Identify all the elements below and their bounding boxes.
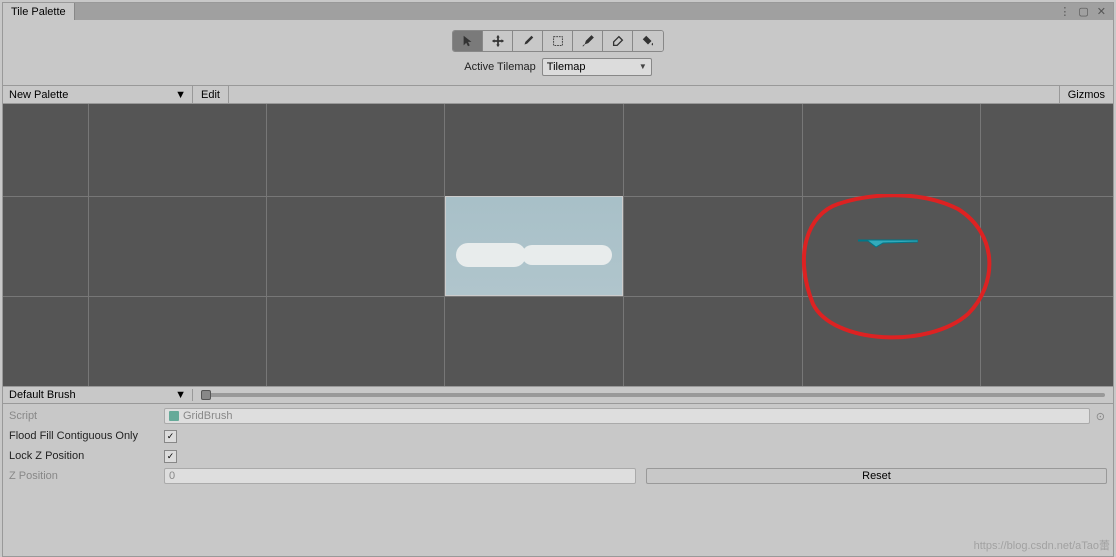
annotation-circle <box>798 194 998 344</box>
object-picker-icon[interactable]: ⊙ <box>1094 410 1107 423</box>
close-icon[interactable]: ✕ <box>1094 5 1109 18</box>
tile-palette-tab[interactable]: Tile Palette <box>3 3 75 20</box>
tab-bar: Tile Palette ⋮ ▢ ✕ <box>3 3 1113 20</box>
floodfill-label: Flood Fill Contiguous Only <box>9 430 164 442</box>
chevron-down-icon: ▼ <box>175 89 186 101</box>
zpos-label: Z Position <box>9 470 164 482</box>
toolbar: Active Tilemap Tilemap ▼ <box>3 20 1113 86</box>
zpos-input[interactable]: 0 <box>164 468 636 484</box>
gizmos-button[interactable]: Gizmos <box>1059 86 1113 103</box>
small-tile[interactable] <box>858 239 918 249</box>
tile-palette-window: Tile Palette ⋮ ▢ ✕ <box>2 2 1114 557</box>
brush-dropdown[interactable]: Default Brush ▼ <box>3 389 193 401</box>
reset-button[interactable]: Reset <box>646 468 1107 484</box>
floodfill-checkbox[interactable]: ✓ <box>164 430 177 443</box>
lockz-checkbox[interactable]: ✓ <box>164 450 177 463</box>
chevron-down-icon: ▼ <box>175 389 186 401</box>
script-field: GridBrush <box>164 408 1090 424</box>
watermark: https://blog.csdn.net/aTao蕾 <box>974 537 1110 553</box>
eraser-tool[interactable] <box>603 31 633 51</box>
select-tool[interactable] <box>453 31 483 51</box>
active-tilemap-dropdown[interactable]: Tilemap ▼ <box>542 58 652 76</box>
box-tool[interactable] <box>543 31 573 51</box>
zoom-slider[interactable] <box>193 393 1113 397</box>
script-label: Script <box>9 410 164 422</box>
secondary-bar: New Palette ▼ Edit Gizmos <box>3 86 1113 104</box>
window-maximize-icon[interactable]: ▢ <box>1075 5 1091 18</box>
palette-dropdown[interactable]: New Palette ▼ <box>3 86 193 103</box>
picker-tool[interactable] <box>573 31 603 51</box>
menu-icon[interactable]: ⋮ <box>1056 5 1073 18</box>
edit-button[interactable]: Edit <box>193 86 229 103</box>
lockz-label: Lock Z Position <box>9 450 164 462</box>
palette-canvas[interactable] <box>3 104 1113 386</box>
move-tool[interactable] <box>483 31 513 51</box>
fill-tool[interactable] <box>633 31 663 51</box>
brush-tool[interactable] <box>513 31 543 51</box>
chevron-down-icon: ▼ <box>639 62 647 71</box>
brush-panel: Default Brush ▼ Script GridBrush ⊙ Floo <box>3 386 1113 488</box>
script-icon <box>169 411 179 421</box>
cloud-tile[interactable] <box>445 196 623 296</box>
tool-buttons <box>452 30 664 52</box>
active-tilemap-label: Active Tilemap <box>464 61 536 73</box>
